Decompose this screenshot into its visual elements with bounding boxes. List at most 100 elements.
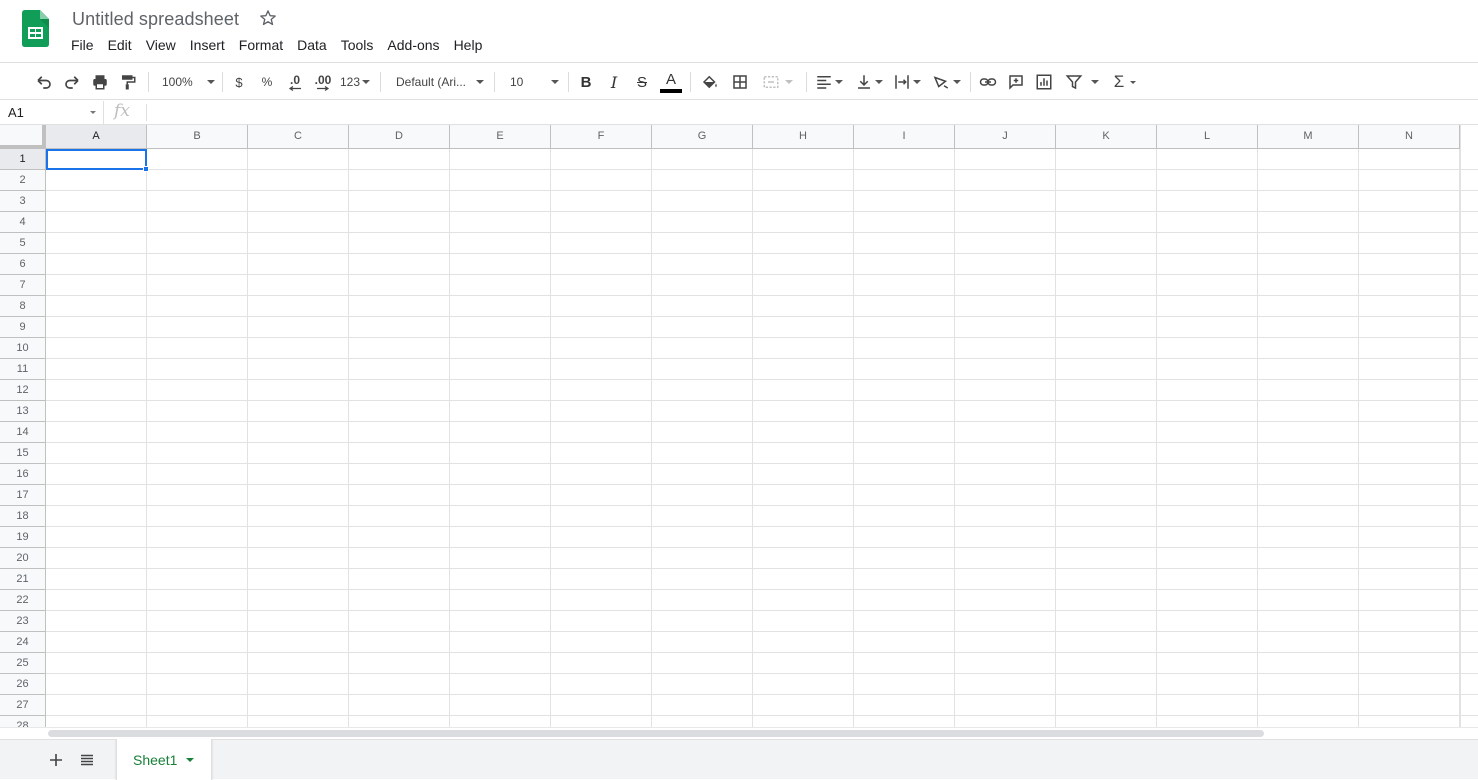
document-title[interactable]: Untitled spreadsheet	[72, 9, 239, 30]
row-header-26[interactable]: 26	[0, 674, 46, 695]
bold-button[interactable]: B	[574, 69, 598, 95]
column-header-k[interactable]: K	[1056, 125, 1157, 149]
row-header-1[interactable]: 1	[0, 149, 46, 170]
sheet-bar: Sheet1	[0, 739, 1478, 780]
menu-view[interactable]: View	[139, 36, 183, 56]
column-header-c[interactable]: C	[248, 125, 349, 149]
functions-button[interactable]: Σ	[1108, 69, 1142, 95]
insert-comment-icon[interactable]	[1004, 69, 1028, 95]
horizontal-align-icon[interactable]	[812, 69, 846, 95]
column-header-j[interactable]: J	[955, 125, 1056, 149]
menu-help[interactable]: Help	[447, 36, 490, 56]
sheet-tab[interactable]: Sheet1	[116, 739, 212, 780]
undo-icon[interactable]	[32, 69, 56, 95]
menu-file[interactable]: File	[64, 36, 101, 56]
row-header-22[interactable]: 22	[0, 590, 46, 611]
font-size-select[interactable]: 10	[500, 69, 564, 95]
column-header-b[interactable]: B	[147, 125, 248, 149]
paint-format-icon[interactable]	[116, 69, 140, 95]
row-header-7[interactable]: 7	[0, 275, 46, 296]
column-header-d[interactable]: D	[349, 125, 450, 149]
menu-edit[interactable]: Edit	[101, 36, 139, 56]
fill-color-icon[interactable]	[698, 69, 722, 95]
chevron-down-icon[interactable]	[186, 757, 195, 762]
row-header-18[interactable]: 18	[0, 506, 46, 527]
insert-link-icon[interactable]	[976, 69, 1000, 95]
active-cell-a1[interactable]	[46, 149, 147, 170]
decrease-decimal-button[interactable]: .0	[282, 69, 308, 95]
scrollbar-thumb[interactable]	[48, 730, 1264, 737]
sheets-logo-icon[interactable]	[22, 10, 49, 47]
formula-divider	[146, 104, 147, 121]
row-header-12[interactable]: 12	[0, 380, 46, 401]
row-header-9[interactable]: 9	[0, 317, 46, 338]
insert-chart-icon[interactable]	[1032, 69, 1056, 95]
row-header-16[interactable]: 16	[0, 464, 46, 485]
row-header-8[interactable]: 8	[0, 296, 46, 317]
toolbar-divider	[806, 72, 807, 92]
row-header-5[interactable]: 5	[0, 233, 46, 254]
all-sheets-icon[interactable]	[75, 748, 99, 772]
menu-format[interactable]: Format	[232, 36, 290, 56]
more-formats-button[interactable]: 123	[338, 69, 372, 95]
row-header-6[interactable]: 6	[0, 254, 46, 275]
add-sheet-icon[interactable]	[44, 748, 68, 772]
select-all-corner[interactable]	[0, 125, 46, 149]
redo-icon[interactable]	[60, 69, 84, 95]
merge-cells-icon[interactable]	[756, 69, 798, 95]
column-header-i[interactable]: I	[854, 125, 955, 149]
row-header-24[interactable]: 24	[0, 632, 46, 653]
row-header-14[interactable]: 14	[0, 422, 46, 443]
filter-icon[interactable]	[1060, 69, 1104, 95]
column-header-n[interactable]: N	[1359, 125, 1460, 149]
zoom-value: 100%	[162, 75, 193, 89]
row-header-23[interactable]: 23	[0, 611, 46, 632]
row-header-10[interactable]: 10	[0, 338, 46, 359]
menu-data[interactable]: Data	[290, 36, 334, 56]
strikethrough-button[interactable]: S	[630, 69, 654, 95]
row-header-2[interactable]: 2	[0, 170, 46, 191]
increase-decimal-button[interactable]: .00	[310, 69, 336, 95]
formula-input[interactable]	[152, 103, 1452, 122]
arrow-left-icon	[288, 85, 301, 91]
column-header-l[interactable]: L	[1157, 125, 1258, 149]
column-header-g[interactable]: G	[652, 125, 753, 149]
name-box[interactable]: A1	[0, 101, 104, 124]
chevron-down-icon	[1130, 80, 1137, 84]
text-rotation-icon[interactable]	[928, 69, 964, 95]
zoom-select[interactable]: 100%	[156, 69, 215, 95]
horizontal-scrollbar[interactable]	[0, 727, 1478, 739]
menu-add-ons[interactable]: Add-ons	[380, 36, 446, 56]
row-header-21[interactable]: 21	[0, 569, 46, 590]
row-header-4[interactable]: 4	[0, 212, 46, 233]
fill-handle[interactable]	[143, 166, 149, 172]
row-header-25[interactable]: 25	[0, 653, 46, 674]
cell-area[interactable]	[46, 149, 1478, 728]
row-header-15[interactable]: 15	[0, 443, 46, 464]
column-header-a[interactable]: A	[46, 125, 147, 149]
font-family-select[interactable]: Default (Ari...	[388, 69, 488, 95]
format-currency-button[interactable]: $	[228, 69, 250, 95]
text-color-button[interactable]: A	[658, 69, 684, 95]
row-header-17[interactable]: 17	[0, 485, 46, 506]
menu-insert[interactable]: Insert	[183, 36, 232, 56]
vertical-align-icon[interactable]	[852, 69, 886, 95]
row-header-3[interactable]: 3	[0, 191, 46, 212]
text-wrapping-icon[interactable]	[890, 69, 924, 95]
column-header-e[interactable]: E	[450, 125, 551, 149]
column-header-f[interactable]: F	[551, 125, 652, 149]
row-header-27[interactable]: 27	[0, 695, 46, 716]
star-icon[interactable]	[258, 8, 278, 28]
menu-tools[interactable]: Tools	[334, 36, 381, 56]
column-header-m[interactable]: M	[1258, 125, 1359, 149]
format-percent-button[interactable]: %	[256, 69, 278, 95]
column-header-h[interactable]: H	[753, 125, 854, 149]
chevron-down-icon	[90, 111, 96, 114]
print-icon[interactable]	[88, 69, 112, 95]
italic-button[interactable]: I	[602, 69, 626, 95]
row-header-11[interactable]: 11	[0, 359, 46, 380]
row-header-19[interactable]: 19	[0, 527, 46, 548]
borders-icon[interactable]	[728, 69, 752, 95]
row-header-20[interactable]: 20	[0, 548, 46, 569]
row-header-13[interactable]: 13	[0, 401, 46, 422]
